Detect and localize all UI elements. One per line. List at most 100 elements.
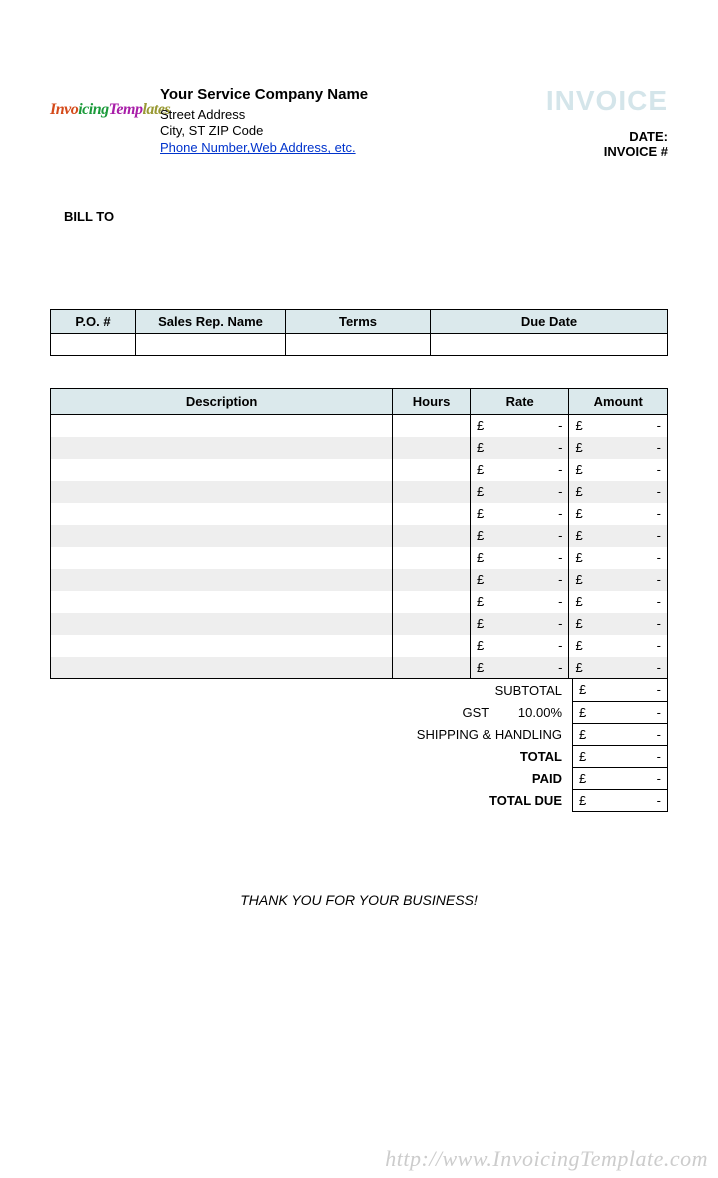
info-header-po: P.O. # <box>51 310 136 334</box>
item-rate[interactable]: £- <box>470 503 569 525</box>
item-amount: £- <box>569 525 668 547</box>
item-hours[interactable] <box>393 481 471 503</box>
info-due-value[interactable] <box>431 334 668 356</box>
item-rate[interactable]: £- <box>470 415 569 437</box>
info-header-due: Due Date <box>431 310 668 334</box>
item-rate[interactable]: £- <box>470 437 569 459</box>
item-desc[interactable] <box>51 657 393 679</box>
item-rate[interactable]: £- <box>470 613 569 635</box>
gst-rate: 10.00% <box>518 705 562 720</box>
shipping-label: SHIPPING & HANDLING <box>50 723 573 745</box>
item-amount: £- <box>569 591 668 613</box>
bill-to-label: BILL TO <box>64 209 668 224</box>
info-row <box>51 334 668 356</box>
item-rate[interactable]: £- <box>470 635 569 657</box>
item-rate[interactable]: £- <box>470 459 569 481</box>
company-info-block: Your Service Company Name Street Address… <box>160 85 488 157</box>
items-header-rate: Rate <box>470 389 569 415</box>
table-row: £-£- <box>51 635 668 657</box>
item-desc[interactable] <box>51 547 393 569</box>
items-header-amount: Amount <box>569 389 668 415</box>
totals-table: SUBTOTAL £- GST 10.00% £- SHIPPING & HAN… <box>50 679 668 812</box>
item-hours[interactable] <box>393 657 471 679</box>
info-terms-value[interactable] <box>286 334 431 356</box>
item-desc[interactable] <box>51 591 393 613</box>
item-rate[interactable]: £- <box>470 569 569 591</box>
item-rate[interactable]: £- <box>470 481 569 503</box>
table-row: £-£- <box>51 591 668 613</box>
item-amount: £- <box>569 437 668 459</box>
info-table: P.O. # Sales Rep. Name Terms Due Date <box>50 309 668 356</box>
item-hours[interactable] <box>393 503 471 525</box>
item-hours[interactable] <box>393 525 471 547</box>
company-contact-link[interactable]: Phone Number,Web Address, etc. <box>160 140 356 155</box>
item-amount: £- <box>569 635 668 657</box>
item-hours[interactable] <box>393 613 471 635</box>
gst-label: GST <box>463 705 490 720</box>
company-city: City, ST ZIP Code <box>160 123 488 140</box>
item-amount: £- <box>569 481 668 503</box>
total-label: TOTAL <box>50 745 573 767</box>
item-hours[interactable] <box>393 437 471 459</box>
item-desc[interactable] <box>51 481 393 503</box>
item-amount: £- <box>569 459 668 481</box>
watermark: http://www.InvoicingTemplate.com <box>385 1146 708 1172</box>
item-desc[interactable] <box>51 525 393 547</box>
table-row: £-£- <box>51 613 668 635</box>
item-amount: £- <box>569 547 668 569</box>
item-amount: £- <box>569 503 668 525</box>
item-amount: £- <box>569 613 668 635</box>
thank-you-message: THANK YOU FOR YOUR BUSINESS! <box>50 892 668 908</box>
item-desc[interactable] <box>51 613 393 635</box>
table-row: £-£- <box>51 437 668 459</box>
info-po-value[interactable] <box>51 334 136 356</box>
items-table: Description Hours Rate Amount £-£-£-£-£-… <box>50 388 668 679</box>
info-header-terms: Terms <box>286 310 431 334</box>
item-rate[interactable]: £- <box>470 591 569 613</box>
gst-row-label: GST 10.00% <box>50 701 573 723</box>
item-rate[interactable]: £- <box>470 525 569 547</box>
total-due-label: TOTAL DUE <box>50 789 573 811</box>
items-header-hours: Hours <box>393 389 471 415</box>
date-label: DATE: <box>488 129 668 144</box>
table-row: £-£- <box>51 657 668 679</box>
item-amount: £- <box>569 569 668 591</box>
item-amount: £- <box>569 657 668 679</box>
table-row: £-£- <box>51 481 668 503</box>
item-amount: £- <box>569 415 668 437</box>
table-row: £-£- <box>51 459 668 481</box>
company-street: Street Address <box>160 107 488 124</box>
invoice-number-label: INVOICE # <box>488 144 668 159</box>
item-hours[interactable] <box>393 569 471 591</box>
document-title: INVOICE <box>488 85 668 117</box>
item-hours[interactable] <box>393 591 471 613</box>
item-hours[interactable] <box>393 459 471 481</box>
item-desc[interactable] <box>51 415 393 437</box>
company-name: Your Service Company Name <box>160 85 488 105</box>
subtotal-label: SUBTOTAL <box>50 679 573 701</box>
table-row: £-£- <box>51 525 668 547</box>
shipping-amount: £- <box>573 723 668 745</box>
item-rate[interactable]: £- <box>470 657 569 679</box>
paid-amount: £- <box>573 767 668 789</box>
item-desc[interactable] <box>51 503 393 525</box>
item-hours[interactable] <box>393 635 471 657</box>
subtotal-amount: £- <box>573 679 668 701</box>
item-desc[interactable] <box>51 437 393 459</box>
total-due-amount: £- <box>573 789 668 811</box>
item-desc[interactable] <box>51 569 393 591</box>
item-rate[interactable]: £- <box>470 547 569 569</box>
item-desc[interactable] <box>51 459 393 481</box>
table-row: £-£- <box>51 415 668 437</box>
item-desc[interactable] <box>51 635 393 657</box>
info-rep-value[interactable] <box>136 334 286 356</box>
gst-amount: £- <box>573 701 668 723</box>
table-row: £-£- <box>51 503 668 525</box>
item-hours[interactable] <box>393 547 471 569</box>
logo: InvoicingTemplates <box>50 101 160 119</box>
item-hours[interactable] <box>393 415 471 437</box>
table-row: £-£- <box>51 547 668 569</box>
paid-label: PAID <box>50 767 573 789</box>
table-row: £-£- <box>51 569 668 591</box>
total-amount: £- <box>573 745 668 767</box>
